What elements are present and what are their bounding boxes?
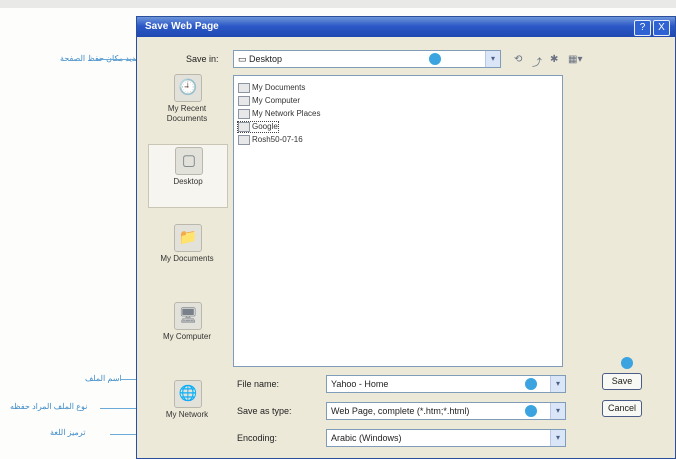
places-bar: 🕘 My Recent Documents ▢ Desktop 📁 My Doc… [148,72,228,452]
callout-badge-save-as-type [525,405,537,417]
save-button[interactable]: Save [602,373,642,390]
list-item[interactable]: My Documents [238,83,305,93]
network-icon [238,109,250,119]
recent-documents-icon: 🕘 [174,74,202,102]
folder-icon [238,122,250,132]
title-bar: Save Web Page ? X [137,17,675,37]
list-item-label: My Network Places [252,109,321,119]
computer-icon [238,96,250,106]
callout-badge-file-name [525,378,537,390]
save-in-dropdown[interactable]: ▭ Desktop ▾ [233,50,501,68]
list-item[interactable]: Rosh50-07-16 [238,135,303,145]
place-desktop[interactable]: ▢ Desktop [148,144,228,208]
encoding-value: Arabic (Windows) [331,433,402,443]
place-my-computer[interactable]: 🖥 My Computer [148,300,226,362]
help-button[interactable]: ? [634,20,651,36]
callout-badge-save-in [429,53,441,65]
back-icon[interactable]: ⟲ [514,54,522,65]
annotation-encoding: ترميز اللغة [50,428,86,437]
place-my-recent-documents[interactable]: 🕘 My Recent Documents [148,72,226,134]
chevron-down-icon[interactable]: ▾ [550,430,565,446]
place-label: My Network [165,410,209,419]
page-top-band [0,0,676,8]
folder-icon [238,83,250,93]
save-in-value: Desktop [249,54,283,64]
dialog-title: Save Web Page [145,21,219,32]
save-as-type-value: Web Page, complete (*.htm;*.html) [331,406,470,416]
my-network-icon: 🌐 [174,380,202,408]
save-in-label: Save in: [186,54,219,64]
list-item-label: Google [252,122,278,132]
list-item[interactable]: My Computer [238,96,300,106]
chevron-down-icon[interactable]: ▾ [550,403,565,419]
place-my-documents[interactable]: 📁 My Documents [148,222,226,284]
my-documents-icon: 📁 [174,224,202,252]
chevron-down-icon[interactable]: ▾ [485,51,500,67]
annotation-file-type: نوع الملف المراد حفظه [10,402,88,411]
place-label: My Computer [162,332,211,341]
encoding-select[interactable]: Arabic (Windows) ▾ [326,429,566,447]
place-my-network[interactable]: 🌐 My Network [148,378,226,440]
folder-icon: ▭ [238,54,250,64]
close-button[interactable]: X [653,20,670,36]
file-list[interactable]: My Documents My Computer My Network Plac… [233,75,563,367]
list-item-label: My Documents [252,83,306,93]
place-label: My Documents [160,254,214,263]
my-computer-icon: 🖥 [174,302,202,330]
desktop-icon: ▢ [175,147,203,175]
new-folder-icon[interactable]: ✱ [550,54,558,65]
annotation-file-name: اسم الملف [85,374,122,383]
encoding-label: Encoding: [237,433,278,443]
views-menu-icon[interactable]: ▦▾ [568,54,582,65]
list-item-label: My Computer [252,96,301,106]
list-item-label: Rosh50-07-16 [252,135,303,145]
list-item[interactable]: Google [237,121,279,133]
cancel-button[interactable]: Cancel [602,400,642,417]
list-item[interactable]: My Network Places [238,109,320,119]
place-label: My Recent Documents [166,104,208,123]
up-folder-icon[interactable]: ⤴ [532,54,542,69]
file-name-label: File name: [237,379,280,389]
save-web-page-dialog: Save Web Page ? X Save in: ▭ Desktop ▾ ⟲… [136,16,676,459]
save-as-type-label: Save as type: [237,406,292,416]
place-label: Desktop [173,177,203,186]
chevron-down-icon[interactable]: ▾ [550,376,565,392]
folder-icon [238,135,250,145]
file-name-value: Yahoo - Home [331,379,389,389]
callout-badge-save [621,357,633,369]
